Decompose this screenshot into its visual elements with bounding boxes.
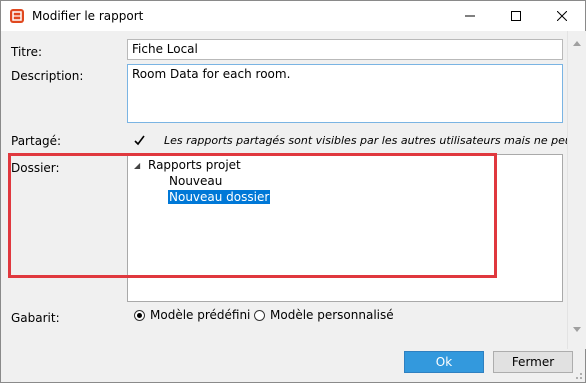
shared-label: Partagé: (11, 134, 62, 148)
title-bar[interactable]: Modifier le rapport (1, 1, 585, 31)
resize-grip-icon[interactable] (573, 370, 583, 380)
scroll-up-icon[interactable] (573, 41, 581, 46)
close-window-button[interactable] (539, 1, 585, 31)
ok-button[interactable]: Ok (404, 351, 484, 373)
radio-predefined[interactable] (134, 310, 145, 321)
window-title: Modifier le rapport (32, 9, 144, 23)
shared-checkbox[interactable] (133, 134, 146, 147)
title-input[interactable]: Fiche Local (127, 39, 563, 60)
radio-custom[interactable] (254, 310, 265, 321)
report-icon (10, 9, 24, 23)
template-label: Gabarit: (11, 311, 60, 325)
shared-note: Les rapports partagés sont visibles par … (164, 134, 584, 147)
tree-root-item[interactable]: Rapports projet (148, 158, 241, 172)
close-icon (557, 11, 567, 21)
minimize-button[interactable] (447, 1, 493, 31)
title-label: Titre: (11, 45, 43, 59)
maximize-icon (511, 11, 521, 21)
collapse-triangle-icon[interactable]: ◢ (134, 161, 140, 170)
radio-predefined-label[interactable]: Modèle prédéfini (150, 308, 250, 322)
tree-item-nouveau[interactable]: Nouveau (168, 174, 223, 188)
vertical-scrollbar[interactable] (567, 31, 586, 349)
dialog-window: Modifier le rapport Titre: Fiche Local D… (0, 0, 586, 383)
folder-label: Dossier: (11, 161, 60, 175)
radio-custom-label[interactable]: Modèle personnalisé (270, 308, 394, 322)
description-label: Description: (11, 69, 84, 83)
close-button[interactable]: Fermer (493, 351, 573, 373)
folder-tree[interactable]: ◢ Rapports projet Nouveau Nouveau dossie… (127, 154, 563, 302)
minimize-icon (465, 15, 475, 17)
maximize-button[interactable] (493, 1, 539, 31)
description-input[interactable]: Room Data for each room. (127, 64, 563, 123)
scroll-down-icon[interactable] (573, 327, 581, 332)
tree-item-nouveau-dossier[interactable]: Nouveau dossier (168, 190, 271, 204)
